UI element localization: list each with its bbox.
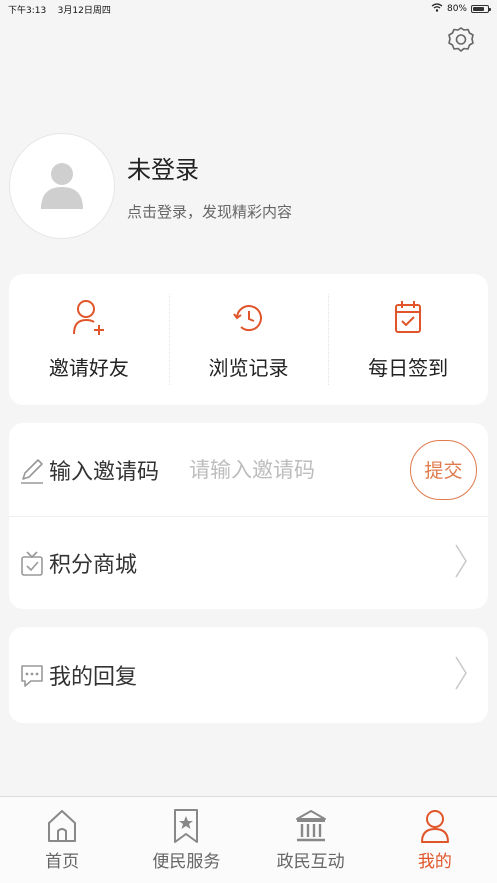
status-date: 3月12日周四 bbox=[57, 5, 111, 16]
chat-bubble-icon bbox=[19, 660, 45, 690]
battery-icon bbox=[471, 5, 491, 13]
points-mall-row[interactable]: 积分商城 bbox=[9, 516, 488, 609]
gift-box-icon bbox=[19, 548, 45, 578]
wifi-icon bbox=[431, 3, 443, 15]
login-prompt: 点击登录，发现精彩内容 bbox=[127, 202, 293, 221]
my-replies-row[interactable]: 我的回复 bbox=[9, 627, 488, 723]
pencil-icon bbox=[19, 455, 45, 485]
battery-percent: 80% bbox=[446, 4, 467, 14]
chevron-right-icon bbox=[454, 543, 468, 583]
bookmark-star-icon bbox=[169, 807, 203, 845]
tab-mine[interactable]: 我的 bbox=[373, 797, 497, 883]
chevron-right-icon bbox=[454, 655, 468, 695]
tab-interaction[interactable]: 政民互动 bbox=[249, 797, 373, 883]
points-mall-label: 积分商城 bbox=[49, 553, 138, 578]
replies-card: 我的回复 bbox=[9, 627, 488, 723]
avatar[interactable] bbox=[9, 132, 115, 239]
status-right: 80% bbox=[431, 3, 491, 15]
status-time: 下午3:13 bbox=[8, 5, 47, 16]
profile-header[interactable]: 未登录 点击登录，发现精彩内容 bbox=[9, 132, 488, 239]
status-time-date: 下午3:13 3月12日周四 bbox=[8, 3, 111, 16]
quick-action-history[interactable]: 浏览记录 bbox=[168, 274, 329, 405]
user-icon bbox=[418, 807, 452, 845]
home-icon bbox=[45, 807, 79, 845]
tab-label: 政民互动 bbox=[276, 852, 345, 872]
menu-card: 输入邀请码 提交 积分商城 bbox=[9, 423, 488, 609]
quick-actions-card: 邀请好友 浏览记录 每日签到 bbox=[9, 274, 488, 405]
invite-code-row: 输入邀请码 提交 bbox=[9, 423, 488, 516]
status-bar: 下午3:13 3月12日周四 80% bbox=[0, 0, 497, 18]
tab-label: 便民服务 bbox=[152, 852, 221, 872]
quick-action-daily-checkin[interactable]: 每日签到 bbox=[328, 274, 488, 405]
quick-action-label: 浏览记录 bbox=[208, 356, 289, 380]
my-replies-label: 我的回复 bbox=[49, 665, 138, 690]
settings-button[interactable] bbox=[445, 26, 477, 58]
government-building-icon bbox=[294, 807, 328, 845]
tab-label: 首页 bbox=[45, 852, 80, 872]
tab-home[interactable]: 首页 bbox=[0, 797, 124, 883]
bottom-tab-bar: 首页 便民服务 政民互动 我的 bbox=[0, 796, 497, 883]
history-clock-icon bbox=[231, 298, 267, 338]
login-status[interactable]: 未登录 bbox=[127, 150, 292, 185]
invite-code-label: 输入邀请码 bbox=[49, 459, 160, 485]
submit-button[interactable]: 提交 bbox=[410, 439, 477, 500]
calendar-check-icon bbox=[390, 298, 426, 338]
default-avatar-icon bbox=[39, 159, 85, 213]
add-user-icon bbox=[71, 298, 107, 338]
profile-text: 未登录 点击登录，发现精彩内容 bbox=[127, 150, 292, 222]
quick-action-label: 邀请好友 bbox=[48, 356, 129, 380]
quick-action-label: 每日签到 bbox=[368, 356, 449, 380]
gear-icon bbox=[446, 25, 476, 59]
tab-services[interactable]: 便民服务 bbox=[124, 797, 248, 883]
quick-action-invite-friends[interactable]: 邀请好友 bbox=[9, 274, 169, 405]
tab-label: 我的 bbox=[417, 852, 452, 872]
invite-code-input[interactable] bbox=[189, 457, 390, 482]
